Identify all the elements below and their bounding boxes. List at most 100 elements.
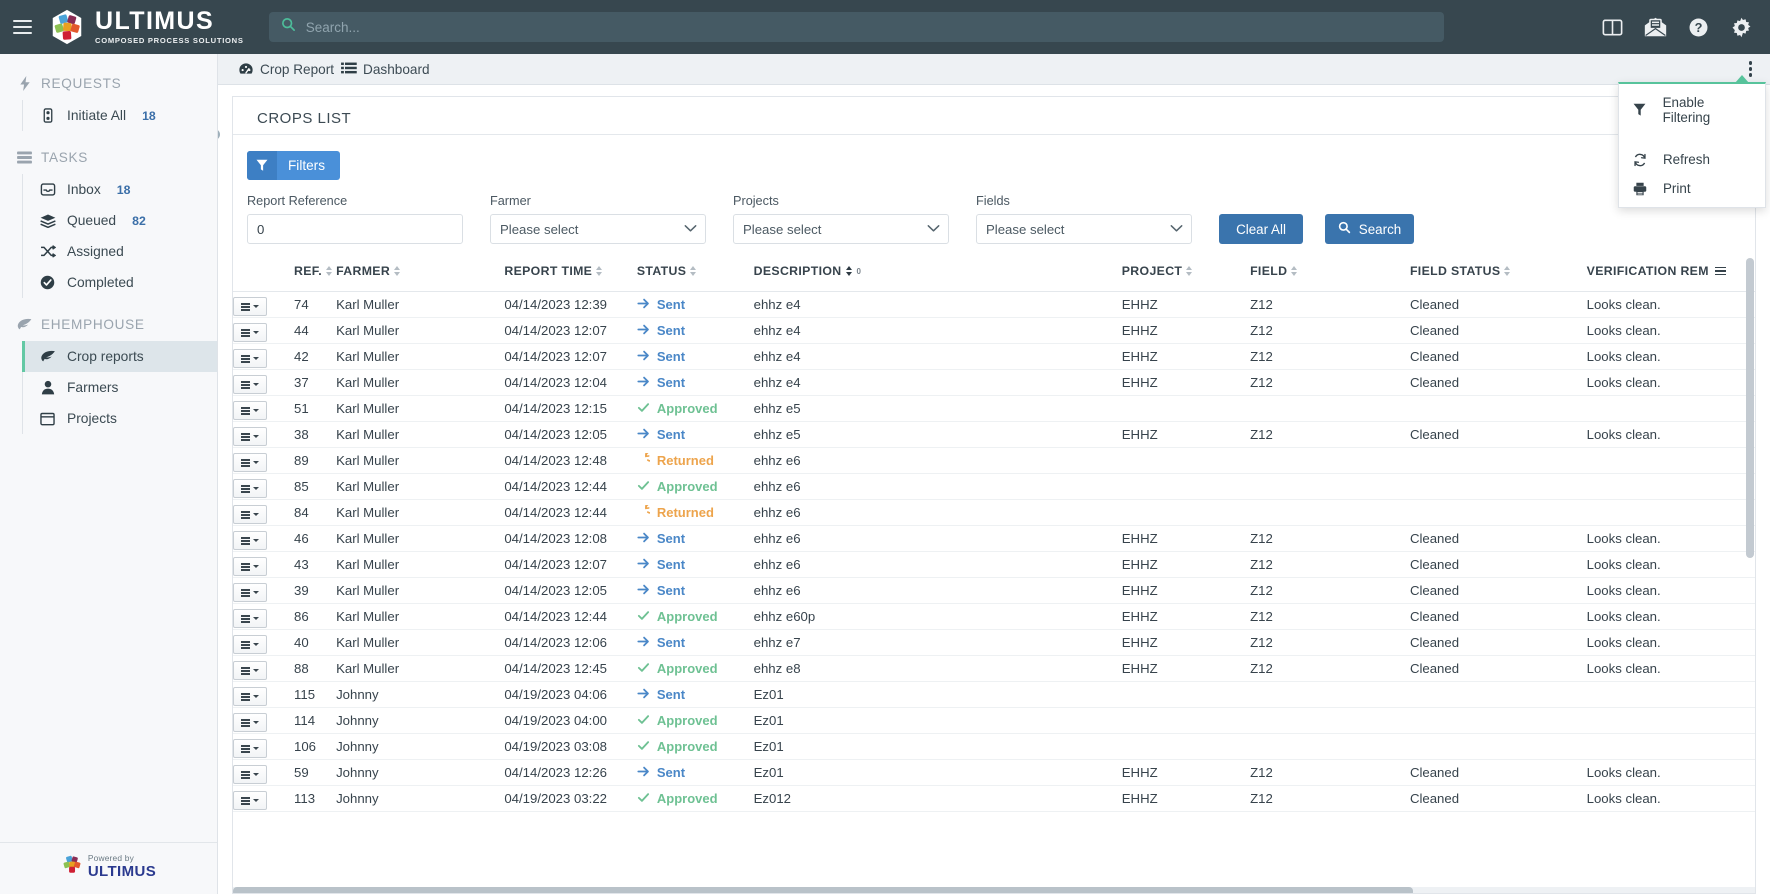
table-row[interactable]: 86 Karl Muller 04/14/2023 12:44 Approved ehh…	[233, 603, 1755, 630]
sidebar-section-tasks-items: Inbox 18 Queued 82 Assigned Completed	[22, 174, 217, 298]
menu-item-refresh[interactable]: Refresh	[1619, 145, 1765, 174]
cell-ref: 106	[294, 733, 337, 760]
cell-field	[1250, 473, 1410, 500]
row-menu-icon[interactable]	[233, 609, 267, 629]
row-menu-icon[interactable]	[233, 635, 267, 655]
th-report-time[interactable]: REPORT TIME	[504, 258, 637, 292]
breadcrumb-item-dashboard[interactable]: Dashboard	[341, 62, 430, 77]
row-menu-icon[interactable]	[233, 375, 267, 395]
cell-report-time: 04/14/2023 12:05	[504, 577, 637, 604]
table-row[interactable]: 114 Johnny 04/19/2023 04:00 Approved Ez01	[233, 707, 1755, 734]
th-farmer[interactable]: FARMER	[336, 258, 505, 292]
cell-field	[1250, 707, 1410, 734]
cell-status: Sent	[636, 317, 754, 344]
row-menu-icon[interactable]	[233, 713, 267, 733]
sidebar-item-inbox[interactable]: Inbox 18	[23, 174, 217, 205]
row-menu-icon[interactable]	[233, 453, 267, 473]
scrollbar-thumb[interactable]	[233, 887, 1413, 893]
report-reference-input[interactable]	[247, 214, 463, 244]
table-row[interactable]: 89 Karl Muller 04/14/2023 12:48 Returned ehh…	[233, 447, 1755, 474]
help-icon[interactable]: ?	[1685, 14, 1711, 40]
table-horizontal-scrollbar[interactable]	[233, 887, 1755, 893]
row-menu-icon[interactable]	[233, 557, 267, 577]
footer-brand-name: ULTIMUS	[87, 862, 157, 880]
th-field[interactable]: FIELD	[1250, 258, 1410, 292]
row-menu-icon[interactable]	[233, 687, 267, 707]
farmer-select[interactable]: Please select	[490, 214, 706, 244]
funnel-icon	[1632, 103, 1647, 117]
gear-icon[interactable]	[1728, 14, 1754, 40]
table-row[interactable]: 42 Karl Muller 04/14/2023 12:07 Sent ehhz e4…	[233, 343, 1755, 370]
filters-toggle-button[interactable]: Filters	[247, 151, 341, 180]
row-menu-icon[interactable]	[233, 765, 267, 785]
th-status[interactable]: STATUS	[636, 258, 754, 292]
sidebar-item-queued[interactable]: Queued 82	[23, 205, 217, 236]
global-search-box[interactable]	[268, 12, 1444, 42]
row-menu-icon[interactable]	[233, 531, 267, 551]
status-label: Approved	[656, 739, 718, 754]
row-menu-icon[interactable]	[233, 401, 267, 421]
scrollbar-thumb[interactable]	[1746, 258, 1754, 558]
row-menu-icon[interactable]	[233, 505, 267, 525]
cell-project: EHHZ	[1121, 655, 1251, 682]
cell-project	[1121, 473, 1251, 500]
table-row[interactable]: 113 Johnny 04/19/2023 03:22 Approved Ez012 EH…	[233, 785, 1755, 812]
table-row[interactable]: 88 Karl Muller 04/14/2023 12:45 Approved ehh…	[233, 655, 1755, 682]
table-vertical-scrollbar[interactable]	[1746, 258, 1754, 893]
menu-toggle-icon[interactable]	[0, 0, 44, 54]
panel-layout-icon[interactable]	[1599, 14, 1625, 40]
collapse-toggle-icon[interactable]	[218, 129, 220, 140]
table-row[interactable]: 37 Karl Muller 04/14/2023 12:04 Sent ehhz e4…	[233, 369, 1755, 396]
projects-select[interactable]: Please select	[733, 214, 949, 244]
sidebar-item-farmers[interactable]: Farmers	[23, 372, 217, 403]
table-row[interactable]: 43 Karl Muller 04/14/2023 12:07 Sent ehhz e6…	[233, 551, 1755, 578]
table-row[interactable]: 59 Johnny 04/14/2023 12:26 Sent Ez01 EHHZ Z12 C…	[233, 759, 1755, 786]
table-row[interactable]: 38 Karl Muller 04/14/2023 12:05 Sent ehhz e5…	[233, 421, 1755, 448]
table-row[interactable]: 46 Karl Muller 04/14/2023 12:08 Sent ehhz e6…	[233, 525, 1755, 552]
cell-description: Ez01	[753, 759, 1122, 786]
table-row[interactable]: 40 Karl Muller 04/14/2023 12:06 Sent ehhz e7…	[233, 629, 1755, 656]
sidebar-item-projects[interactable]: Projects	[23, 403, 217, 434]
powered-by-label: Powered by	[87, 853, 135, 864]
table-row[interactable]: 74 Karl Muller 04/14/2023 12:39 Sent ehhz e4…	[233, 291, 1755, 318]
sidebar-item-initiate-all[interactable]: Initiate All 18	[23, 100, 217, 131]
table-row[interactable]: 51 Karl Muller 04/14/2023 12:15 Approved ehh…	[233, 395, 1755, 422]
row-menu-icon[interactable]	[233, 739, 267, 759]
sidebar-item-assigned[interactable]: Assigned	[23, 236, 217, 267]
column-menu-icon[interactable]	[1714, 266, 1726, 276]
funnel-icon	[247, 151, 277, 180]
global-search-input[interactable]	[305, 19, 1432, 35]
row-menu-icon[interactable]	[233, 791, 267, 811]
cell-actions	[233, 317, 294, 344]
table-row[interactable]: 39 Karl Muller 04/14/2023 12:05 Sent ehhz e6…	[233, 577, 1755, 604]
table-row[interactable]: 115 Johnny 04/19/2023 04:06 Sent Ez01	[233, 681, 1755, 708]
table-row[interactable]: 84 Karl Muller 04/14/2023 12:44 Returned ehh…	[233, 499, 1755, 526]
sidebar-section-ehemphouse-header: EHEMPHOUSE	[0, 307, 217, 341]
table-row[interactable]: 44 Karl Muller 04/14/2023 12:07 Sent ehhz e4…	[233, 317, 1755, 344]
row-menu-icon[interactable]	[233, 297, 267, 317]
row-menu-icon[interactable]	[233, 323, 267, 343]
app-root: ULTIMUS COMPOSED PROCESS SOLUTIONS Searc…	[0, 0, 1770, 894]
th-project[interactable]: PROJECT	[1121, 258, 1251, 292]
th-description[interactable]: DESCRIPTION 0	[753, 258, 1122, 292]
sidebar-item-crop-reports[interactable]: Crop reports	[22, 341, 217, 372]
menu-item-enable-filtering[interactable]: Enable Filtering	[1619, 88, 1765, 132]
traffic-light-icon	[39, 108, 56, 123]
row-menu-icon[interactable]	[233, 427, 267, 447]
search-button[interactable]: Search	[1325, 214, 1414, 244]
clear-all-button[interactable]: Clear All	[1219, 214, 1303, 244]
fields-select[interactable]: Please select	[976, 214, 1192, 244]
table-row[interactable]: 106 Johnny 04/19/2023 03:08 Approved Ez01	[233, 733, 1755, 760]
table-row[interactable]: 85 Karl Muller 04/14/2023 12:44 Approved ehh…	[233, 473, 1755, 500]
row-menu-icon[interactable]	[233, 583, 267, 603]
row-menu-icon[interactable]	[233, 661, 267, 681]
menu-item-print[interactable]: Print	[1619, 174, 1765, 203]
mail-icon[interactable]	[1642, 14, 1668, 40]
sidebar-item-completed[interactable]: Completed	[23, 267, 217, 298]
row-menu-icon[interactable]	[233, 349, 267, 369]
th-field-status[interactable]: FIELD STATUS	[1409, 258, 1587, 292]
row-menu-icon[interactable]	[233, 479, 267, 499]
breadcrumb-item-crop-report[interactable]: Crop Report	[238, 62, 334, 77]
th-ref[interactable]: REF.	[294, 258, 337, 292]
th-verification-remarks[interactable]: VERIFICATION REM	[1586, 258, 1755, 292]
